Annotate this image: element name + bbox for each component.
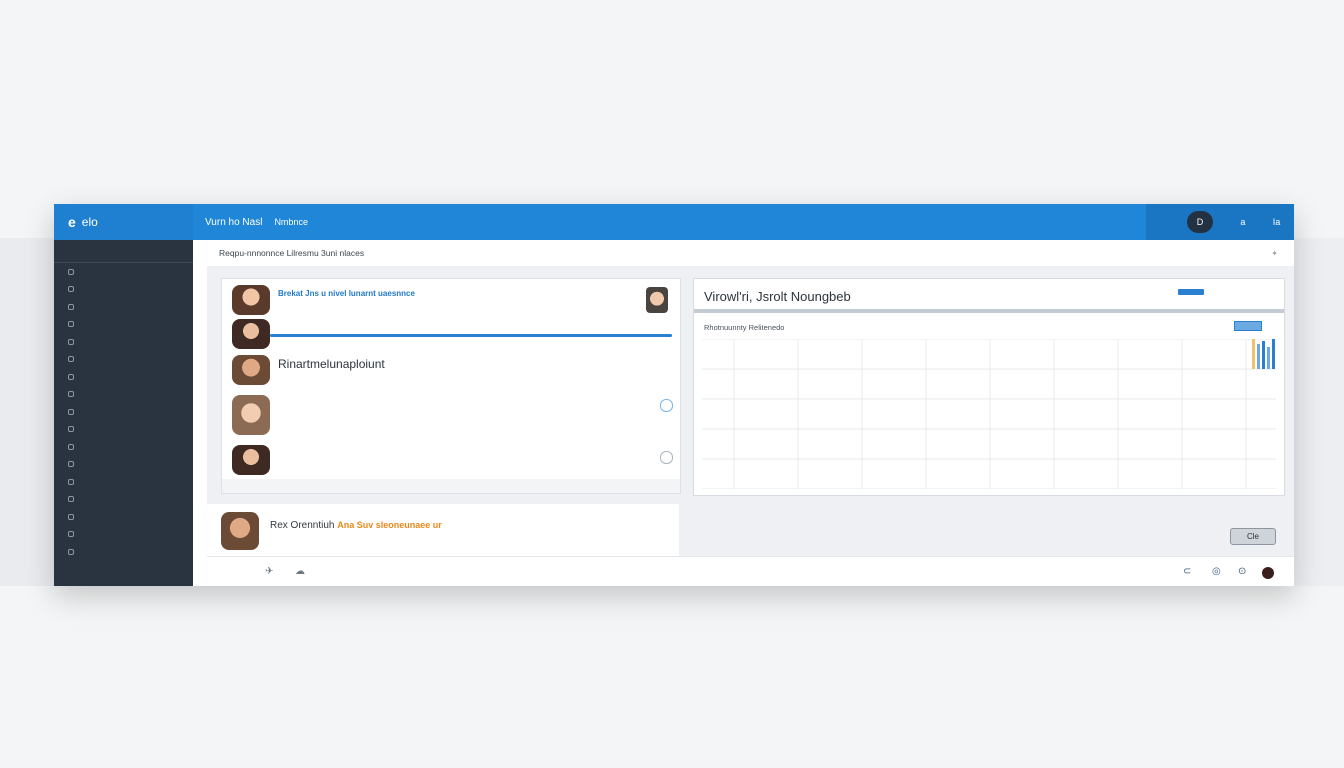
sidebar-item-icon [68,478,74,485]
sidebar-item[interactable] [54,526,193,544]
settings-icon[interactable]: ✦ [1271,249,1278,258]
progress-fill [270,334,672,337]
chart-grid [702,339,1276,489]
highlight-accent: Ana Suv sleoneunaee ur [337,520,442,530]
sidebar-item[interactable] [54,543,193,561]
sidebar-item-icon [68,496,74,503]
sidebar-item[interactable] [54,333,193,351]
share-icon[interactable]: ✈ [265,566,273,577]
breadcrumb: Reqpu-nnnonnce Lilresmu 3uni nlaces [219,248,365,258]
avatar[interactable] [232,395,270,435]
user-avatar-button[interactable]: D [1187,211,1214,233]
avatar[interactable] [221,512,259,550]
sidebar-item[interactable] [54,438,193,456]
sidebar-item-icon [68,286,74,293]
panel-divider [694,309,1284,313]
panel-title: Virowl'ri, Jsrolt Noungbeb [704,289,851,304]
sidebar-item-icon [68,268,74,275]
chart-panel: Virowl'ri, Jsrolt Noungbeb Rhotnuunnty R… [693,278,1285,496]
footer-bar: ✈ ☁ ⊂ ◎ ⊙ [207,556,1294,586]
brand-name: elo [81,215,98,229]
link-icon[interactable]: ⊂ [1183,566,1191,577]
search-icon[interactable]: ⊙ [1238,566,1246,577]
sidebar-item[interactable] [54,456,193,474]
sidebar-item[interactable] [54,491,193,509]
feed-footer [222,479,680,493]
sidebar-item-icon [68,338,74,345]
sidebar-item-icon [68,391,74,398]
page-subtitle[interactable]: Nmbnce [274,217,308,227]
sidebar-item-icon [68,321,74,328]
panel-tab[interactable] [1234,321,1262,331]
cloud-icon[interactable]: ☁ [295,566,305,577]
background-band-right [1294,238,1344,586]
sidebar-item[interactable] [54,508,193,526]
logo-icon: e [68,214,76,230]
sidebar: e elo [54,204,193,586]
feed-item-title[interactable]: Brekat Jns u nivel lunarnt uaesnnce [278,289,415,298]
sidebar-header[interactable]: e elo [54,204,193,240]
refresh-icon[interactable] [660,399,673,412]
sidebar-item-icon [68,303,74,310]
main-content: Brekat Jns u nivel lunarnt uaesnnce Rina… [207,266,1294,586]
breadcrumb-bar: Reqpu-nnnonnce Lilresmu 3uni nlaces ✦ [207,240,1294,267]
panel-action-button[interactable] [1178,289,1204,295]
avatar[interactable] [232,319,270,349]
highlight-card: Rex Orenntiuh Ana Suv sleoneunaee ur [207,504,679,556]
close-button[interactable]: Cle [1230,528,1276,545]
sidebar-item-icon [68,356,74,363]
sidebar-item[interactable] [54,421,193,439]
top-bar: Vurn ho Nasl Nmbnce D a Ia [193,204,1294,240]
sidebar-item-icon [68,443,74,450]
chart-x-axis [694,508,1284,520]
page-title: Vurn ho Nasl [205,216,263,228]
sidebar-item[interactable] [54,386,193,404]
sidebar-item-icon [68,513,74,520]
sidebar-item[interactable] [54,351,193,369]
sidebar-item[interactable] [54,281,193,299]
topbar-actions: D a Ia [1146,204,1294,240]
sidebar-item[interactable] [54,298,193,316]
record-icon[interactable] [1262,567,1274,579]
sidebar-subnav [54,240,193,263]
sidebar-item[interactable] [54,316,193,334]
sidebar-item-icon [68,373,74,380]
mini-bars [1252,339,1275,369]
highlight-title[interactable]: Rex Orenntiuh Ana Suv sleoneunaee ur [270,520,442,531]
sidebar-item[interactable] [54,473,193,491]
sidebar-item-icon [68,426,74,433]
app-window: e elo Vurn ho Nasl Nmbnce D a Ia Reqpu-n… [54,204,1294,586]
feed-item-heading[interactable]: Rinartmelunaploiunt [278,357,385,371]
sidebar-item-icon [68,461,74,468]
globe-icon[interactable]: ◎ [1212,566,1221,577]
topbar-action[interactable]: Ia [1273,217,1281,227]
activity-feed: Brekat Jns u nivel lunarnt uaesnnce Rina… [221,278,681,494]
sidebar-item[interactable] [54,368,193,386]
sidebar-item-icon [68,408,74,415]
sidebar-item[interactable] [54,403,193,421]
avatar[interactable] [232,355,270,385]
sidebar-item-icon [68,531,74,538]
feed-progress-bar [270,334,672,337]
avatar[interactable] [232,445,270,475]
globe-icon[interactable] [660,451,673,464]
topbar-action[interactable]: a [1240,217,1245,227]
panel-subtitle: Rhotnuunnty Relitenedo [704,323,785,332]
contact-photo[interactable] [646,287,668,313]
avatar[interactable] [232,285,270,315]
sidebar-items [54,263,193,561]
sidebar-item-icon [68,548,74,555]
sidebar-item[interactable] [54,263,193,281]
